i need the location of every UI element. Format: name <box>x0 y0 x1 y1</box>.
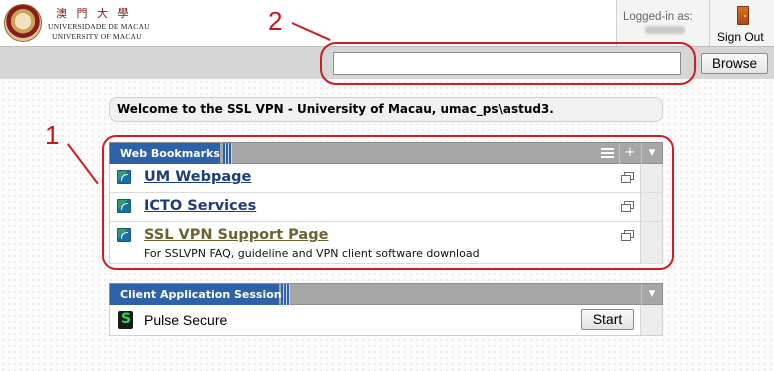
welcome-message: Welcome to the SSL VPN - University of M… <box>109 97 663 122</box>
door-icon <box>737 6 749 25</box>
annotation-ring-2 <box>320 42 696 85</box>
annotation-number-1: 1 <box>45 120 60 150</box>
logo-portuguese-text: UNIVERSIDADE DE MACAU <box>48 22 150 31</box>
header: 澳 門 大 學 UNIVERSIDADE DE MACAU UNIVERSITY… <box>0 0 774 46</box>
logo-chinese-text: 澳 門 大 學 <box>56 7 132 20</box>
client-app-name: Pulse Secure <box>144 312 228 328</box>
logged-in-box: Logged-in as: <box>616 0 709 46</box>
sign-out-button[interactable]: Sign Out <box>709 0 774 46</box>
panel-tab-stripes <box>281 284 290 305</box>
client-apps-header: Client Application Sessions ▾ <box>109 283 663 305</box>
annotation-ring-1 <box>102 135 674 270</box>
logged-in-username-redacted <box>645 26 685 34</box>
university-seal-logo <box>4 4 42 42</box>
logged-in-label: Logged-in as: <box>623 11 693 23</box>
pulse-secure-icon <box>118 311 133 329</box>
start-button[interactable]: Start <box>581 309 634 330</box>
annotation-number-2: 2 <box>268 6 283 36</box>
client-apps-title: Client Application Sessions <box>110 284 288 305</box>
browse-button[interactable]: Browse <box>701 53 768 74</box>
logo-english-text: UNIVERSITY OF MACAU <box>52 32 142 41</box>
client-app-row: Pulse Secure Start <box>109 305 663 336</box>
sign-out-label: Sign Out <box>717 30 764 44</box>
collapse-client-apps-icon[interactable]: ▾ <box>641 284 662 305</box>
